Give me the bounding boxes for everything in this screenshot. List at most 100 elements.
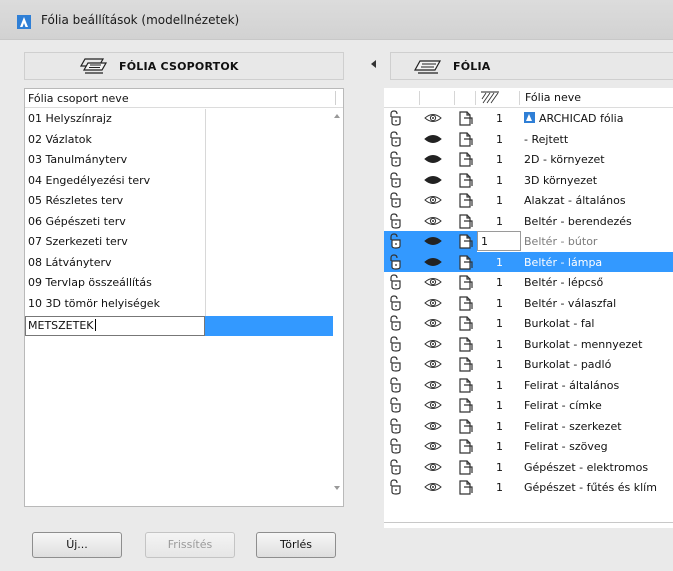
visible-eye-icon[interactable] (424, 297, 442, 309)
wireframe-page-icon[interactable] (458, 152, 474, 167)
layer-row[interactable]: 1 Burkolat - fal (384, 313, 673, 334)
layer-row[interactable]: 1 Gépészet - fűtés és klím (384, 477, 673, 498)
unlock-icon[interactable] (388, 397, 404, 413)
layer-group-row[interactable]: 02 Vázlatok (25, 130, 333, 151)
unlock-icon[interactable] (388, 110, 404, 126)
unlock-icon[interactable] (388, 376, 404, 393)
unlock-icon[interactable] (388, 151, 404, 167)
wireframe-page-icon[interactable] (458, 172, 474, 188)
wireframe-page-icon[interactable] (458, 398, 474, 413)
visible-eye-icon[interactable] (424, 420, 442, 432)
layer-row[interactable]: 1 Felirat - címke (384, 395, 673, 416)
layer-row[interactable]: 1 Beltér - berendezés (384, 211, 673, 232)
layer-row[interactable]: 1 ARCHICAD fólia (384, 108, 673, 129)
layer-row[interactable]: 1 2D - környezet (384, 149, 673, 170)
pen-hatch-icon[interactable] (480, 90, 500, 104)
layer-row[interactable]: 1 Alakzat - általános (384, 190, 673, 211)
layer-row[interactable]: 1 Felirat - szerkezet (384, 416, 673, 437)
unlock-icon[interactable] (388, 315, 404, 331)
layer-row[interactable]: 1 Gépészet - elektromos (384, 457, 673, 478)
unlock-icon[interactable] (388, 479, 404, 495)
layer-row[interactable]: 1 Felirat - szöveg (384, 436, 673, 457)
visible-eye-icon[interactable] (424, 215, 442, 227)
hidden-eye-icon[interactable] (424, 174, 442, 186)
layer-group-row[interactable]: 07 Szerkezeti terv (25, 232, 333, 253)
layer-row[interactable]: 1 - Rejtett (384, 129, 673, 150)
layer-list[interactable]: Fólia neve 1 ARCHICAD fólia 1 - Rejtett 1 2D … (384, 88, 673, 528)
unlock-icon[interactable] (388, 253, 404, 270)
wireframe-page-icon[interactable] (458, 193, 474, 208)
visible-eye-icon[interactable] (424, 399, 442, 411)
visible-eye-icon[interactable] (424, 276, 442, 288)
visible-eye-icon[interactable] (424, 461, 442, 473)
wireframe-page-icon[interactable] (458, 480, 474, 495)
layer-row[interactable]: 1 Beltér - lámpa (384, 251, 673, 272)
layer-name-column[interactable]: Fólia neve (525, 91, 581, 104)
layer-row[interactable]: 1 Beltér - bútor (384, 231, 673, 252)
layer-group-column-header[interactable]: Fólia csoport neve (25, 89, 343, 108)
delete-button[interactable]: Törlés (256, 532, 336, 558)
visible-eye-icon[interactable] (424, 338, 442, 350)
unlock-icon[interactable] (388, 458, 404, 475)
visible-eye-icon[interactable] (424, 194, 442, 206)
layer-row[interactable]: 1 Felirat - általános (384, 375, 673, 396)
unlock-icon[interactable] (388, 438, 404, 454)
unlock-icon[interactable] (388, 171, 404, 188)
refresh-button[interactable]: Frissítés (145, 532, 235, 558)
layer-group-row[interactable]: 06 Gépészeti terv (25, 212, 333, 233)
visible-eye-icon[interactable] (424, 112, 442, 124)
unlock-icon[interactable] (388, 130, 404, 147)
unlock-icon[interactable] (388, 212, 404, 229)
layer-group-name-column[interactable]: Fólia csoport neve (28, 92, 129, 105)
layer-group-row[interactable]: 03 Tanulmányterv (25, 150, 333, 171)
layer-group-row[interactable]: 04 Engedélyezési terv (25, 171, 333, 192)
unlock-icon[interactable] (388, 274, 404, 290)
wireframe-page-icon[interactable] (458, 316, 474, 331)
new-group-button[interactable]: Új... (32, 532, 122, 558)
wireframe-page-icon[interactable] (458, 234, 474, 249)
layer-group-row[interactable]: 08 Látványterv (25, 253, 333, 274)
hidden-eye-icon[interactable] (424, 256, 442, 268)
unlock-icon[interactable] (388, 335, 404, 352)
visible-eye-icon[interactable] (424, 317, 442, 329)
layer-group-row[interactable]: 10 3D tömör helyiségek (25, 294, 333, 315)
hidden-eye-icon[interactable] (424, 153, 442, 165)
scroll-down-icon[interactable] (334, 486, 340, 490)
unlock-icon[interactable] (388, 356, 404, 372)
visible-eye-icon[interactable] (424, 440, 442, 452)
wireframe-page-icon[interactable] (458, 418, 474, 434)
unlock-icon[interactable] (388, 294, 404, 311)
new-group-edit-row[interactable]: METSZETEK (25, 316, 333, 336)
scroll-up-icon[interactable] (334, 114, 340, 118)
wireframe-page-icon[interactable] (458, 439, 474, 454)
layer-group-list[interactable]: Fólia csoport neve 01 Helyszínrajz 02 Váz… (24, 88, 344, 507)
wireframe-page-icon[interactable] (458, 254, 474, 270)
layer-row[interactable]: 1 3D környezet (384, 170, 673, 191)
visible-eye-icon[interactable] (424, 379, 442, 391)
layer-row[interactable]: 1 Beltér - válaszfal (384, 293, 673, 314)
layer-row[interactable]: 1 Burkolat - mennyezet (384, 334, 673, 355)
visible-eye-icon[interactable] (424, 481, 442, 493)
hidden-eye-icon[interactable] (424, 235, 442, 247)
layer-group-row[interactable]: 09 Tervlap összeállítás (25, 273, 333, 294)
wireframe-page-icon[interactable] (458, 336, 474, 352)
wireframe-page-icon[interactable] (458, 111, 474, 126)
visible-eye-icon[interactable] (424, 358, 442, 370)
wireframe-page-icon[interactable] (458, 275, 474, 290)
wireframe-page-icon[interactable] (458, 295, 474, 311)
unlock-icon[interactable] (388, 192, 404, 208)
intersection-group-number[interactable]: 1 (481, 235, 488, 248)
layer-row[interactable]: 1 Burkolat - padló (384, 354, 673, 375)
layer-row[interactable]: 1 Beltér - lépcső (384, 272, 673, 293)
hidden-eye-icon[interactable] (424, 133, 442, 145)
unlock-icon[interactable] (388, 417, 404, 434)
unlock-icon[interactable] (388, 233, 404, 249)
layer-group-row[interactable]: 01 Helyszínrajz (25, 109, 333, 130)
wireframe-page-icon[interactable] (458, 459, 474, 475)
wireframe-page-icon[interactable] (458, 357, 474, 372)
collapse-arrow-icon[interactable] (371, 60, 376, 68)
layer-group-row[interactable]: 05 Részletes terv (25, 191, 333, 212)
group-name-input[interactable]: METSZETEK (25, 316, 205, 336)
group-list-scrollbar[interactable] (333, 109, 343, 506)
wireframe-page-icon[interactable] (458, 377, 474, 393)
